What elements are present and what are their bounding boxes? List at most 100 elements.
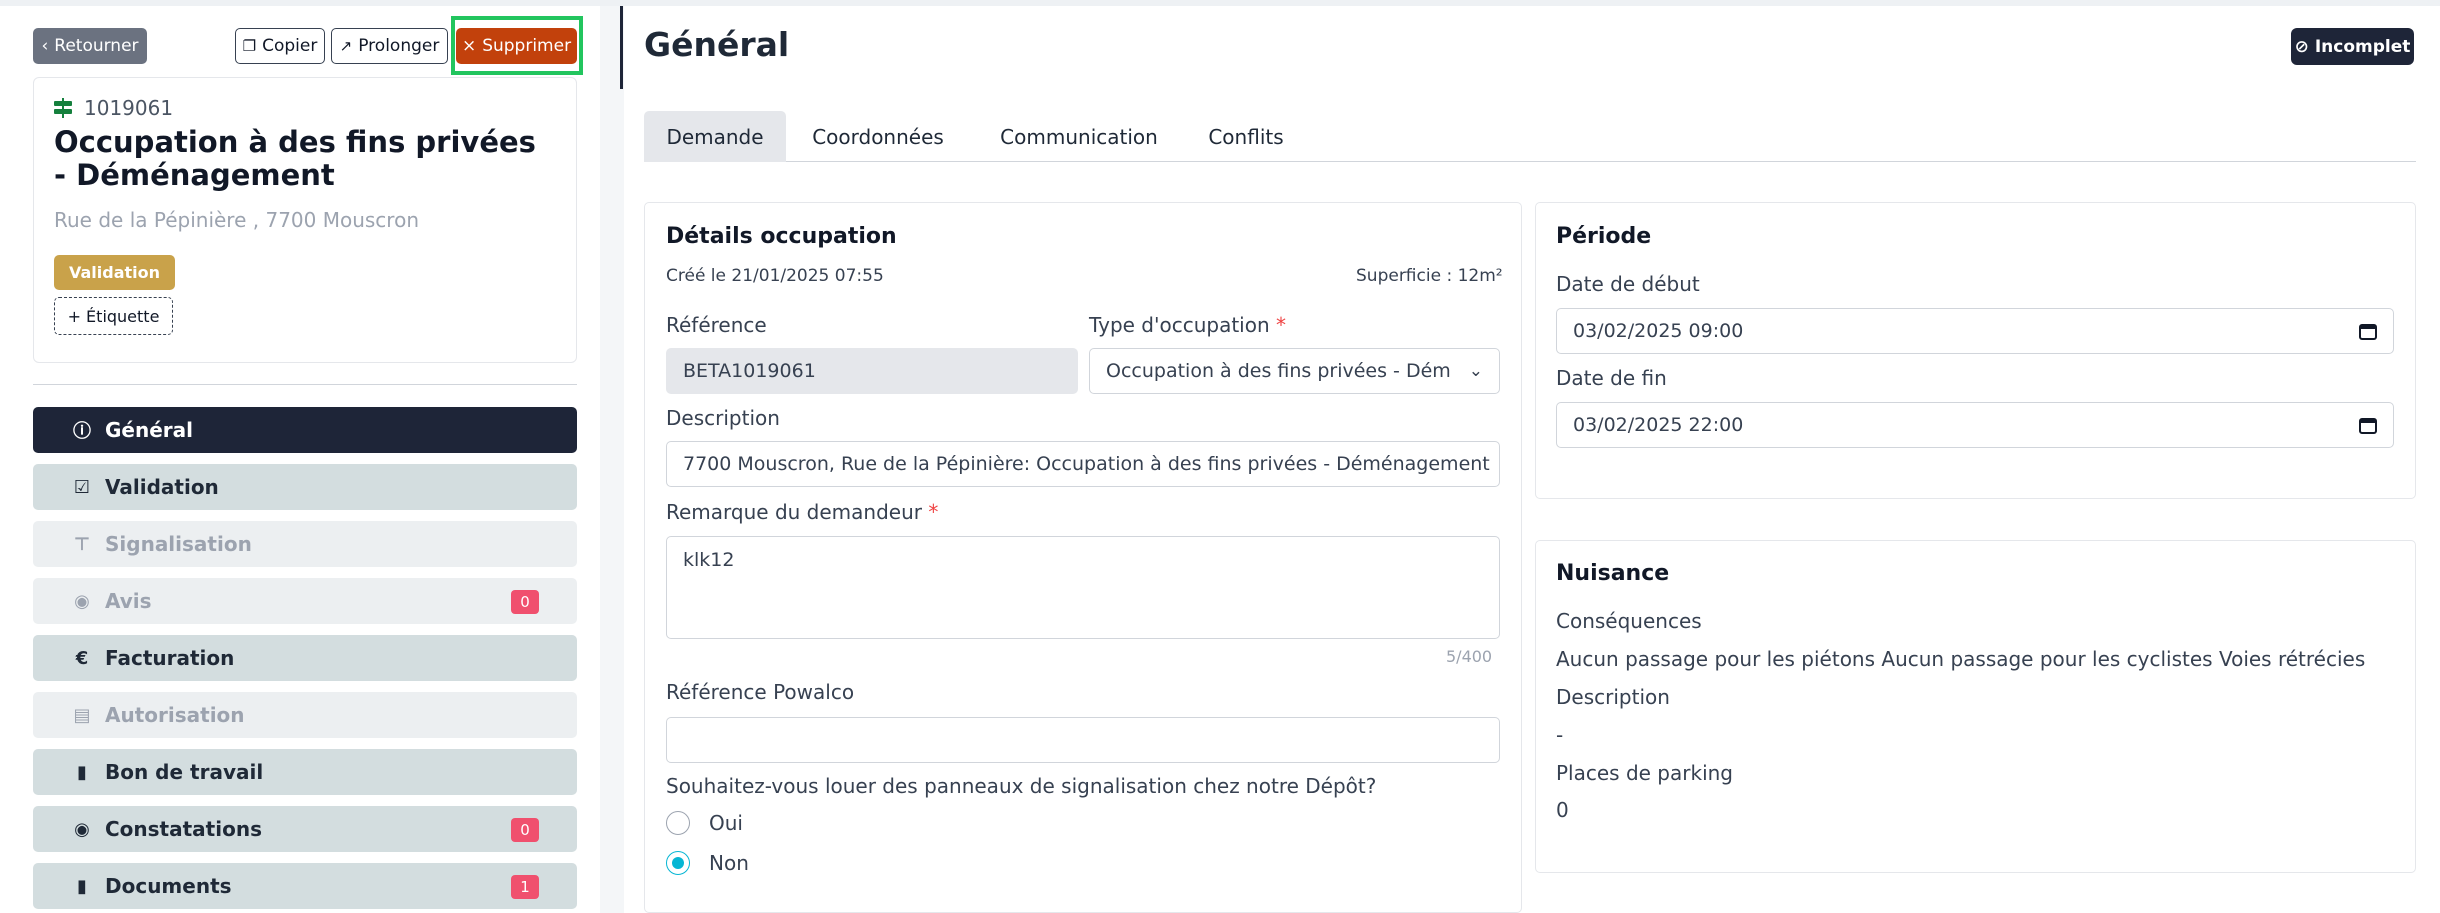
- sidebar-item-general[interactable]: ⓘ Général: [33, 407, 577, 453]
- delete-label: Supprimer: [482, 36, 572, 56]
- sidebar-item-label: Constatations: [105, 817, 262, 841]
- title-accent: [620, 6, 623, 89]
- nuisance-heading: Nuisance: [1556, 561, 1670, 586]
- consequences-value: Aucun passage pour les piétons Aucun pas…: [1556, 647, 2366, 671]
- chevron-down-icon: ⌄: [1468, 361, 1483, 381]
- tab-coordonnees[interactable]: Coordonnées: [786, 111, 970, 162]
- sidebar-item-bon-de-travail[interactable]: ▮ Bon de travail: [33, 749, 577, 795]
- tab-demande[interactable]: Demande: [644, 111, 786, 162]
- sidebar-item-documents[interactable]: ▮ Documents 1: [33, 863, 577, 909]
- type-select-value: Occupation à des fins privées - Dém: [1106, 360, 1451, 382]
- reference-label: Référence: [666, 313, 767, 337]
- reference-field: BETA1019061: [666, 348, 1078, 394]
- start-date-input[interactable]: 03/02/2025 09:00: [1556, 308, 2394, 354]
- consequences-label: Conséquences: [1556, 609, 1702, 633]
- euro-icon: €: [75, 647, 89, 669]
- calendar-icon: [2359, 324, 2377, 340]
- details-heading: Détails occupation: [666, 224, 897, 249]
- remark-label: Remarque du demandeur *: [666, 500, 938, 524]
- nuisance-description-label: Description: [1556, 685, 1670, 709]
- sidebar-item-label: Facturation: [105, 646, 235, 670]
- tab-label: Conflits: [1208, 124, 1284, 149]
- radio-oui[interactable]: [666, 811, 690, 835]
- parking-label: Places de parking: [1556, 761, 1733, 785]
- type-label-text: Type d'occupation: [1089, 313, 1270, 337]
- sidebar-item-label: Général: [105, 418, 193, 442]
- description-input[interactable]: 7700 Mouscron, Rue de la Pépinière: Occu…: [666, 441, 1500, 487]
- ban-icon: ⊘: [2294, 36, 2309, 57]
- file-lock-icon: ▤: [73, 704, 91, 726]
- end-date-input[interactable]: 03/02/2025 22:00: [1556, 402, 2394, 448]
- powalco-input[interactable]: [666, 717, 1500, 763]
- sidebar-item-signalisation[interactable]: ⊤ Signalisation: [33, 521, 577, 567]
- nuisance-description-value: -: [1556, 723, 1564, 747]
- tab-label: Demande: [666, 124, 764, 149]
- tab-bar: Demande Coordonnées Communication Confli…: [644, 111, 2416, 162]
- sidebar-item-label: Validation: [105, 475, 219, 499]
- comment-icon: ◉: [74, 590, 90, 612]
- required-mark: *: [928, 500, 939, 524]
- remark-label-text: Remarque du demandeur: [666, 500, 922, 524]
- tab-communication[interactable]: Communication: [970, 111, 1188, 162]
- description-input-value: 7700 Mouscron, Rue de la Pépinière: Occu…: [683, 453, 1490, 475]
- sidebar-item-label: Documents: [105, 874, 232, 898]
- type-select[interactable]: Occupation à des fins privées - Dém ⌄: [1089, 348, 1500, 394]
- info-icon: ⓘ: [73, 421, 91, 442]
- remark-textarea-value: klk12: [683, 549, 735, 571]
- required-mark: *: [1276, 313, 1287, 337]
- prolong-button[interactable]: ↗ Prolonger: [331, 28, 448, 64]
- parking-value: 0: [1556, 798, 1569, 822]
- add-tag-button[interactable]: + Étiquette: [54, 297, 173, 335]
- radio-non[interactable]: [666, 851, 690, 875]
- description-label: Description: [666, 406, 780, 430]
- prolong-label: Prolonger: [358, 36, 440, 56]
- created-date: Créé le 21/01/2025 07:55: [666, 266, 884, 286]
- reference-line: 1019061: [54, 96, 173, 120]
- count-badge: 1: [511, 875, 539, 899]
- radio-oui-label: Oui: [709, 811, 743, 835]
- sidebar-item-validation[interactable]: ☑ Validation: [33, 464, 577, 510]
- reference-field-value: BETA1019061: [683, 360, 816, 382]
- divider: [33, 384, 577, 385]
- remark-textarea[interactable]: klk12: [666, 536, 1500, 639]
- sidebar-item-facturation[interactable]: € Facturation: [33, 635, 577, 681]
- count-badge: 0: [511, 818, 539, 842]
- sidebar-item-label: Bon de travail: [105, 760, 264, 784]
- tab-conflits[interactable]: Conflits: [1188, 111, 1304, 162]
- area-value: Superficie : 12m²: [1356, 266, 1503, 286]
- back-button[interactable]: ‹ Retourner: [33, 28, 147, 64]
- radio-non-label: Non: [709, 851, 749, 875]
- copy-label: Copier: [262, 36, 318, 56]
- signpost-icon: ⊤: [73, 533, 91, 555]
- reference-number: 1019061: [84, 96, 174, 120]
- signpost-icon: [54, 98, 72, 118]
- start-date-value: 03/02/2025 09:00: [1573, 320, 1744, 342]
- copy-button[interactable]: ❐ Copier: [235, 28, 325, 64]
- count-badge: 0: [511, 590, 539, 614]
- file-icon: ▮: [77, 875, 87, 897]
- delete-button[interactable]: × Supprimer: [456, 28, 577, 64]
- request-address: Rue de la Pépinière , 7700 Mouscron: [54, 208, 419, 232]
- back-label: Retourner: [54, 36, 139, 56]
- sidebar-item-avis[interactable]: ◉ Avis 0: [33, 578, 577, 624]
- file-icon: ▮: [77, 761, 87, 783]
- tab-label: Coordonnées: [812, 124, 944, 149]
- status-label: Incomplet: [2314, 36, 2411, 57]
- start-date-label: Date de début: [1556, 272, 1700, 296]
- end-date-value: 03/02/2025 22:00: [1573, 414, 1744, 436]
- sidebar-item-autorisation[interactable]: ▤ Autorisation: [33, 692, 577, 738]
- tab-label: Communication: [1000, 124, 1158, 149]
- powalco-label: Référence Powalco: [666, 680, 855, 704]
- sidebar-item-constatations[interactable]: ◉ Constatations 0: [33, 806, 577, 852]
- eye-icon: ◉: [74, 818, 90, 840]
- checklist-icon: ☑: [73, 476, 91, 498]
- sidebar-item-label: Signalisation: [105, 532, 252, 556]
- close-icon: ×: [461, 36, 477, 56]
- copy-icon: ❐: [242, 37, 257, 55]
- rent-question: Souhaitez-vous louer des panneaux de sig…: [666, 774, 1377, 798]
- request-title: Occupation à des fins privées - Déménage…: [54, 125, 536, 192]
- calendar-icon: [2359, 418, 2377, 434]
- sidebar-item-label: Autorisation: [105, 703, 245, 727]
- share-icon: ↗: [339, 37, 353, 55]
- page-title: Général: [644, 25, 790, 64]
